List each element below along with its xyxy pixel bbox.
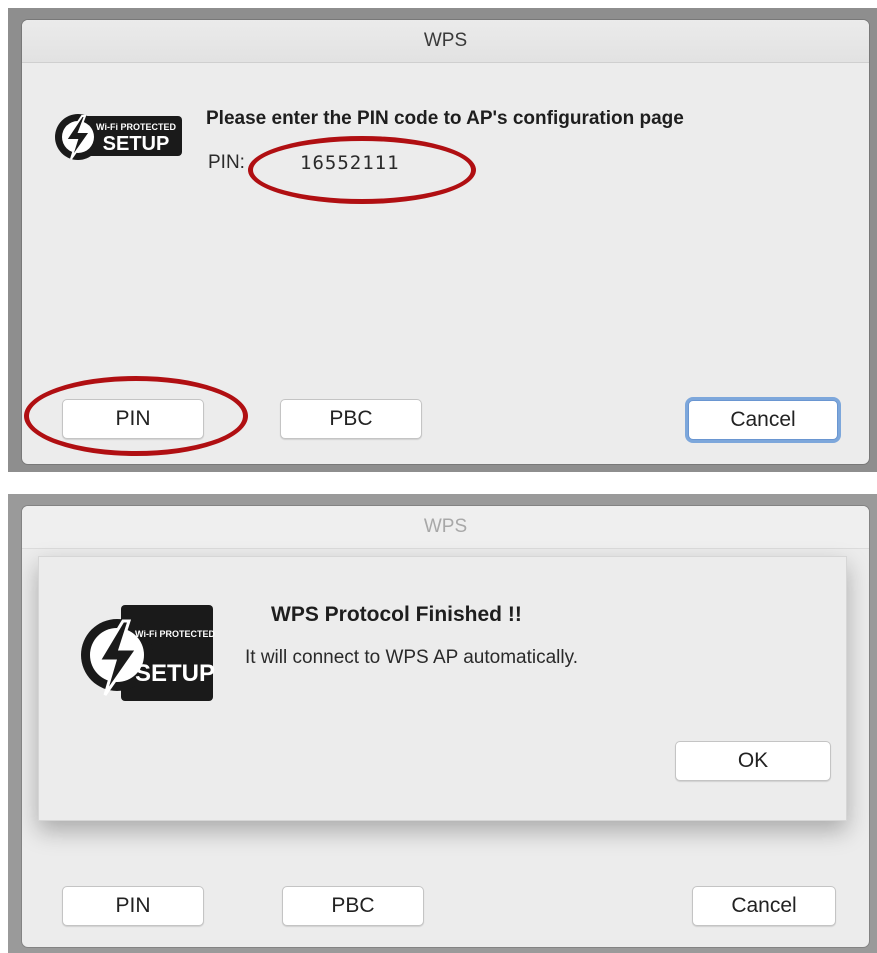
wps-finished-alert-sheet: Wi-Fi PROTECTED SETUP WPS Protocol Finis…: [38, 556, 847, 821]
top-screenshot: WPS Wi-Fi PROTECTED SETUP Please enter t…: [8, 8, 877, 472]
pin-instruction-heading: Please enter the PIN code to AP's config…: [206, 108, 684, 129]
cancel-button[interactable]: Cancel: [688, 400, 838, 440]
wps-logo-icon: Wi-Fi PROTECTED SETUP: [79, 591, 219, 721]
logo-big-text: SETUP: [135, 660, 215, 687]
window-title: WPS: [22, 20, 869, 63]
pin-button[interactable]: PIN: [62, 399, 204, 439]
window-title: WPS: [22, 506, 869, 549]
pin-button[interactable]: PIN: [62, 886, 204, 926]
logo-small-text: Wi-Fi PROTECTED: [96, 122, 176, 132]
alert-message: It will connect to WPS AP automatically.: [245, 647, 578, 668]
logo-small-text: Wi-Fi PROTECTED: [135, 629, 215, 639]
wps-dialog-window: WPS Wi-Fi PROTECTED SETUP Please enter t…: [22, 20, 869, 464]
wps-dialog-window-inactive: WPS Wi-Fi PROTECTED SETUP WPS Protocol F…: [22, 506, 869, 947]
pbc-button[interactable]: PBC: [280, 399, 422, 439]
pin-label: PIN:: [208, 152, 245, 173]
alert-heading: WPS Protocol Finished !!: [271, 603, 522, 626]
logo-big-text: SETUP: [103, 133, 170, 155]
pbc-button[interactable]: PBC: [282, 886, 424, 926]
pin-value: 16552111: [300, 152, 400, 174]
ok-button[interactable]: OK: [675, 741, 831, 781]
cancel-button[interactable]: Cancel: [692, 886, 836, 926]
bottom-screenshot: WPS Wi-Fi PROTECTED SETUP WPS Protocol F…: [8, 494, 877, 953]
wps-logo-icon: Wi-Fi PROTECTED SETUP: [52, 110, 186, 164]
